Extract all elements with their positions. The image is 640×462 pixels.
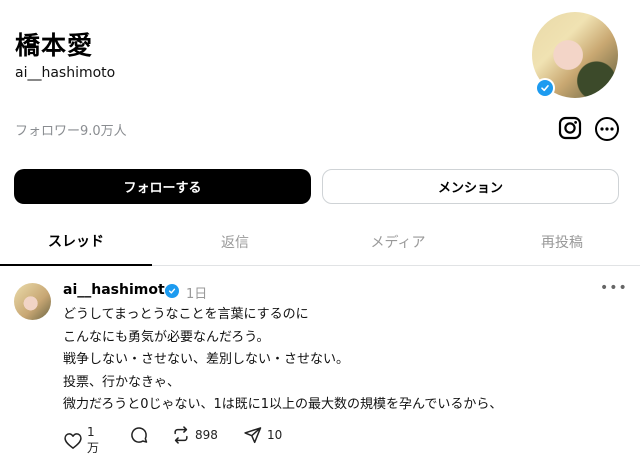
tab-threads[interactable]: スレッド — [0, 218, 152, 266]
profile-handle: ai__hashimoto — [15, 65, 116, 81]
post-body: どうしてまっとうなことを言葉にするのに こんなにも勇気が必要なんだろう。 戦争し… — [63, 304, 623, 417]
verified-badge-icon — [165, 284, 179, 298]
share-button[interactable]: 10 — [243, 425, 282, 445]
heart-icon — [63, 431, 87, 451]
repost-icon — [171, 425, 195, 445]
post-more-icon[interactable]: ••• — [600, 280, 628, 296]
tab-reposts[interactable]: 再投稿 — [486, 218, 638, 266]
tab-replies[interactable]: 返信 — [159, 218, 311, 266]
follower-count[interactable]: フォロワー9.0万人 — [15, 120, 127, 139]
post-line: 微力だろうと0じゃない、1は既に1以上の最大数の規模を孕んでいるから、 — [63, 397, 503, 412]
post-timestamp[interactable]: 1日 — [186, 283, 207, 302]
post-author-handle[interactable]: ai__hashimoto — [63, 282, 174, 298]
follow-button[interactable]: フォローする — [14, 169, 311, 204]
repost-count: 898 — [195, 428, 218, 442]
post-line: こんなにも勇気が必要なんだろう。 — [63, 329, 270, 345]
share-count: 10 — [267, 428, 283, 442]
post-line: 戦争しない・させない、差別しない・させない。 — [63, 352, 350, 367]
comment-icon — [129, 425, 153, 445]
post-line: 投票、行かなきゃ、 — [63, 374, 181, 390]
like-button[interactable]: 1万 — [63, 425, 99, 456]
like-count: 1万 — [87, 425, 100, 455]
mention-button[interactable]: メンション — [322, 169, 619, 204]
profile-tabs: スレッド 返信 メディア 再投稿 — [0, 218, 640, 266]
reply-button[interactable] — [129, 425, 153, 445]
tab-media[interactable]: メディア — [322, 218, 474, 266]
send-icon — [243, 425, 267, 445]
post-avatar[interactable] — [14, 283, 51, 320]
post-line: どうしてまっとうなことを言葉にするのに — [63, 307, 309, 322]
repost-button[interactable]: 898 — [171, 425, 218, 445]
profile-name: 橋本愛 — [15, 31, 94, 60]
verified-badge-icon — [535, 78, 555, 98]
more-options-icon[interactable] — [594, 116, 620, 142]
instagram-icon[interactable] — [558, 116, 582, 140]
